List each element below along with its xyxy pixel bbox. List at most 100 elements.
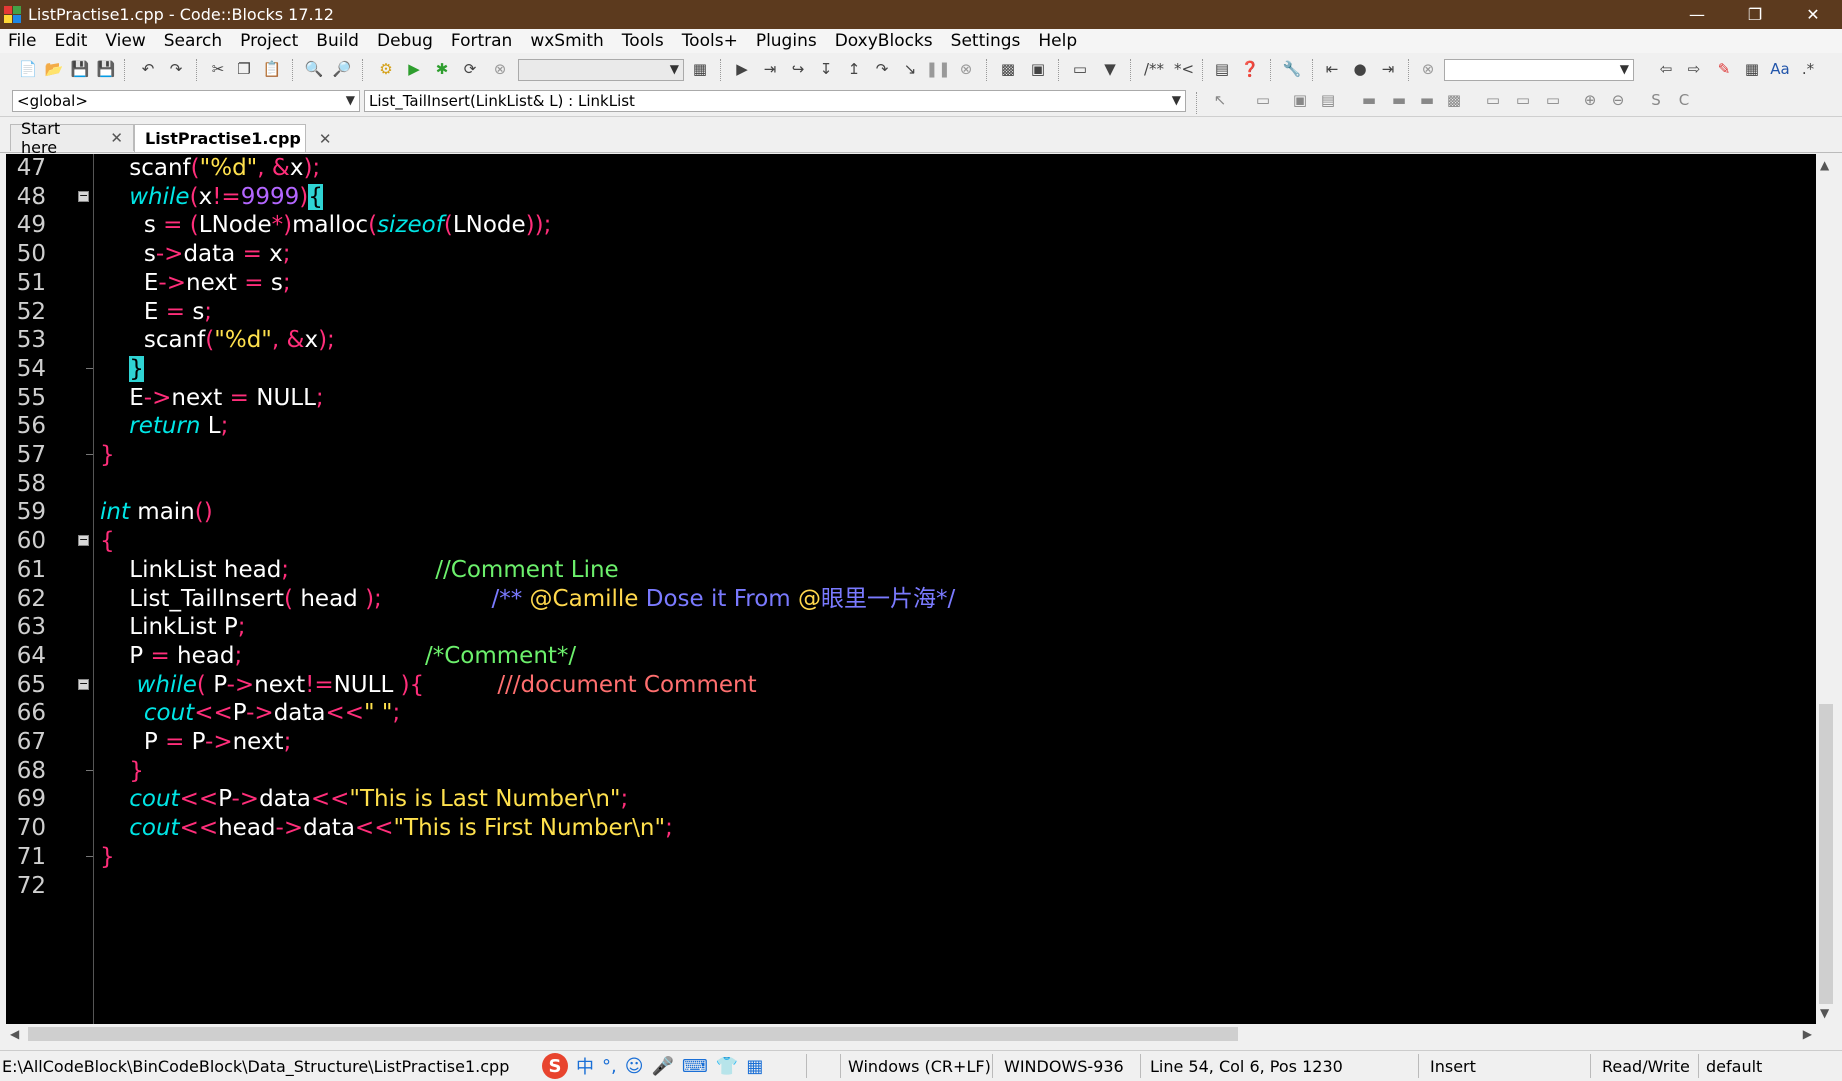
pause-icon[interactable]: ❚❚ (925, 59, 950, 79)
step-into-icon[interactable]: ↧ (816, 59, 836, 79)
bookmark-icon[interactable]: ● (1350, 59, 1370, 79)
skin-icon[interactable]: 👕 (716, 1056, 738, 1077)
run-icon[interactable]: ▶ (404, 59, 424, 79)
menu-file[interactable]: File (0, 31, 46, 51)
menu-doxyblocks[interactable]: DoxyBlocks (827, 31, 943, 51)
bitmap-icon[interactable]: ▣ (1290, 90, 1310, 110)
horizontal-scrollbar[interactable]: ◀ ▶ (6, 1024, 1816, 1044)
clear-search-icon[interactable]: ⊗ (1418, 59, 1438, 79)
menu-fortran[interactable]: Fortran (443, 31, 522, 51)
menu-search[interactable]: Search (156, 31, 232, 51)
chm-doc-icon[interactable]: ❓ (1240, 59, 1260, 79)
replace-icon[interactable]: 🔎 (332, 59, 352, 79)
spacer-c-icon[interactable]: C (1674, 90, 1694, 110)
zoom-out-icon[interactable]: ⊖ (1608, 90, 1628, 110)
function-select[interactable]: List_TailInsert(LinkList& L) : LinkList ▼ (364, 90, 1186, 112)
new-file-icon[interactable]: 📄 (18, 59, 38, 79)
jump-back-icon[interactable]: ⇤ (1322, 59, 1342, 79)
tools-wrench-icon[interactable]: 🔧 (1282, 59, 1302, 79)
doxy-extract-icon[interactable]: ▼ (1100, 59, 1120, 79)
build-and-run-icon[interactable]: ✱ (432, 59, 452, 79)
line-comment-icon[interactable]: *< (1170, 59, 1198, 79)
match-case-icon[interactable]: Aa (1770, 59, 1790, 79)
info-icon[interactable]: ▣ (1028, 59, 1048, 79)
build-gear-icon[interactable]: ⚙ (376, 59, 396, 79)
tab-listpractise1[interactable]: ListPractise1.cpp ✕ (134, 124, 331, 152)
step-out-icon[interactable]: ↥ (844, 59, 864, 79)
abort-icon[interactable]: ⊗ (490, 59, 510, 79)
static-box-icon[interactable]: ▭ (1510, 90, 1536, 110)
minimize-button[interactable]: — (1668, 0, 1726, 29)
selected-text-icon[interactable]: ▦ (1742, 59, 1762, 79)
frame-icon[interactable]: ▭ (1250, 90, 1276, 110)
pointer-icon[interactable]: ↖ (1210, 90, 1230, 110)
punctuation-icon[interactable]: °, (602, 1056, 617, 1077)
html-doc-icon[interactable]: ▤ (1212, 59, 1232, 79)
fold-toggle-icon[interactable]: − (78, 678, 89, 690)
doxy-wizard-icon[interactable]: ▭ (1070, 59, 1090, 79)
build-target-select[interactable]: ▼ (518, 59, 684, 81)
menu-project[interactable]: Project (232, 31, 308, 51)
keyboard-icon[interactable]: ⌨ (682, 1056, 708, 1077)
sogou-logo-icon[interactable]: S (542, 1053, 568, 1079)
menu-view[interactable]: View (97, 31, 155, 51)
close-tab-icon[interactable]: ✕ (110, 129, 123, 147)
microphone-icon[interactable]: 🎤 (652, 1056, 674, 1077)
close-tab-icon[interactable]: ✕ (319, 130, 332, 148)
debug-run-icon[interactable]: ▶ (732, 59, 752, 79)
step-into-instruction-icon[interactable]: ↘ (900, 59, 920, 79)
button-widget-icon[interactable]: ▭ (1480, 90, 1506, 110)
jump-forward-icon[interactable]: ⇥ (1378, 59, 1398, 79)
menu-settings[interactable]: Settings (943, 31, 1031, 51)
search-next-icon[interactable]: ⇨ (1684, 59, 1704, 79)
stop-debug-icon[interactable]: ⊗ (956, 59, 976, 79)
statusbar-icon[interactable]: ▬ (1414, 90, 1440, 110)
undo-icon[interactable]: ↶ (138, 59, 158, 79)
copy-icon[interactable]: ❐ (234, 59, 254, 79)
next-instruction-icon[interactable]: ↷ (872, 59, 892, 79)
menu-wxsmith[interactable]: wxSmith (522, 31, 613, 51)
rebuild-icon[interactable]: ⟳ (460, 59, 480, 79)
cut-icon[interactable]: ✂ (208, 59, 228, 79)
regex-icon[interactable]: .* (1798, 59, 1818, 79)
choice-widget-icon[interactable]: ▭ (1540, 90, 1566, 110)
block-comment-icon[interactable]: /** (1140, 59, 1168, 79)
highlight-icon[interactable]: ✎ (1714, 59, 1734, 79)
tab-start-here[interactable]: Start here ✕ (10, 119, 134, 157)
open-folder-icon[interactable]: 📂 (44, 59, 64, 79)
grid-icon[interactable]: ▩ (1444, 90, 1464, 110)
close-window-button[interactable]: ✕ (1784, 0, 1842, 29)
menu-help[interactable]: Help (1030, 31, 1087, 51)
fold-toggle-icon[interactable]: − (78, 190, 89, 202)
incremental-search-input[interactable]: ▼ (1444, 59, 1634, 81)
search-prev-icon[interactable]: ⇦ (1656, 59, 1676, 79)
next-line-icon[interactable]: ↪ (788, 59, 808, 79)
find-icon[interactable]: 🔍 (304, 59, 324, 79)
edit-box-icon[interactable]: ▤ (1318, 90, 1338, 110)
restore-button[interactable]: ❐ (1726, 0, 1784, 29)
menu-tools[interactable]: Tools (614, 31, 674, 51)
fold-toggle-icon[interactable]: − (78, 534, 89, 547)
toolbox-icon[interactable]: ▦ (746, 1056, 763, 1077)
save-all-icon[interactable]: 💾 (96, 59, 116, 79)
panel-icon[interactable]: ▬ (1356, 90, 1382, 110)
run-to-cursor-icon[interactable]: ⇥ (760, 59, 780, 79)
vertical-scrollbar[interactable]: ▲ ▼ (1816, 154, 1836, 1024)
menu-edit[interactable]: Edit (46, 31, 97, 51)
ime-toolbar[interactable]: S 中 °, ☺ 🎤 ⌨ 👕 ▦ (542, 1053, 763, 1079)
code-line[interactable]: 72 (6, 869, 1806, 903)
menu-plugins[interactable]: Plugins (748, 31, 827, 51)
menu-build[interactable]: Build (308, 31, 369, 51)
emoji-icon[interactable]: ☺ (625, 1056, 644, 1077)
paste-icon[interactable]: 📋 (262, 59, 282, 79)
scope-select[interactable]: <global> ▼ (12, 90, 360, 112)
spacer-s-icon[interactable]: S (1646, 90, 1666, 110)
menu-tools-[interactable]: Tools+ (674, 31, 748, 51)
target-options-icon[interactable]: ▦ (690, 59, 710, 79)
zoom-in-icon[interactable]: ⊕ (1580, 90, 1600, 110)
chinese-mode-icon[interactable]: 中 (576, 1053, 594, 1079)
redo-icon[interactable]: ↷ (166, 59, 186, 79)
toolbar-icon[interactable]: ▬ (1386, 90, 1412, 110)
save-icon[interactable]: 💾 (70, 59, 90, 79)
debug-windows-icon[interactable]: ▩ (998, 59, 1018, 79)
